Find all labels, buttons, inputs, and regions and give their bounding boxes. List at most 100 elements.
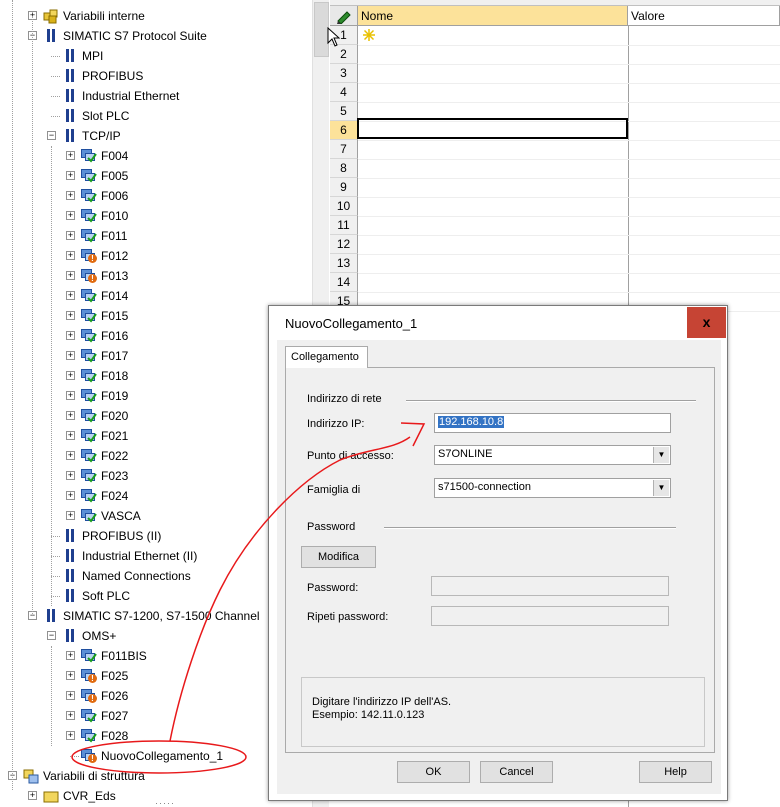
column-header-nome[interactable]: Nome	[358, 6, 628, 26]
tree-item[interactable]: − SIMATIC S7-1200, S7-1500 Channel	[0, 606, 312, 626]
chevron-down-icon[interactable]: ▼	[653, 480, 669, 496]
tree-item[interactable]: Industrial Ethernet (II)	[0, 546, 312, 566]
tree-item[interactable]: + F018	[0, 366, 312, 386]
tree-item[interactable]: + F015	[0, 306, 312, 326]
chevron-down-icon[interactable]: ▼	[653, 447, 669, 463]
expand-toggle-icon[interactable]: +	[66, 451, 75, 460]
row-header[interactable]: 10	[330, 197, 358, 216]
expand-toggle-icon[interactable]: +	[66, 471, 75, 480]
expand-toggle-icon[interactable]: +	[66, 691, 75, 700]
ip-address-input[interactable]: 192.168.10.8	[434, 413, 671, 433]
tree-item[interactable]: Industrial Ethernet	[0, 86, 312, 106]
expand-toggle-icon[interactable]: +	[66, 231, 75, 240]
tree-item[interactable]: +! F012	[0, 246, 312, 266]
grid-corner-header[interactable]	[330, 6, 358, 26]
expand-toggle-icon[interactable]: +	[66, 511, 75, 520]
tree-item[interactable]: + F024	[0, 486, 312, 506]
tree-item[interactable]: + F006	[0, 186, 312, 206]
access-point-select[interactable]: S7ONLINE ▼	[434, 445, 671, 465]
row-header[interactable]: 12	[330, 235, 358, 254]
repeat-password-field[interactable]	[431, 606, 669, 626]
expand-toggle-icon[interactable]: +	[66, 731, 75, 740]
resize-grip-icon[interactable]: ·····	[155, 798, 175, 807]
tree-item[interactable]: − Variabili di struttura	[0, 766, 312, 786]
column-header-valore[interactable]: Valore	[628, 6, 780, 26]
tree-item[interactable]: PROFIBUS	[0, 66, 312, 86]
tree-item[interactable]: − SIMATIC S7 Protocol Suite	[0, 26, 312, 46]
tree-item[interactable]: + F020	[0, 406, 312, 426]
expand-toggle-icon[interactable]: +	[66, 251, 75, 260]
tree-item[interactable]: + F011	[0, 226, 312, 246]
tree-item[interactable]: Named Connections	[0, 566, 312, 586]
connection-properties-dialog[interactable]: NuovoCollegamento_1 x Collegamento Indir…	[268, 305, 728, 801]
expand-toggle-icon[interactable]: +	[66, 411, 75, 420]
row-header[interactable]: 11	[330, 216, 358, 235]
help-button[interactable]: Help	[639, 761, 712, 783]
collapse-toggle-icon[interactable]: −	[47, 631, 56, 640]
expand-toggle-icon[interactable]: +	[66, 431, 75, 440]
row-header[interactable]: 13	[330, 254, 358, 273]
expand-toggle-icon[interactable]: +	[66, 171, 75, 180]
selected-cell[interactable]	[357, 118, 628, 139]
row-header[interactable]: 2	[330, 45, 358, 64]
tree-item[interactable]: + F016	[0, 326, 312, 346]
expand-toggle-icon[interactable]: +	[66, 151, 75, 160]
ok-button[interactable]: OK	[397, 761, 470, 783]
tree-item[interactable]: + F014	[0, 286, 312, 306]
expand-toggle-icon[interactable]: +	[66, 291, 75, 300]
tree-item[interactable]: + F023	[0, 466, 312, 486]
tree-connector	[51, 96, 60, 97]
tree-item[interactable]: ! NuovoCollegamento_1	[0, 746, 312, 766]
expand-toggle-icon[interactable]: +	[66, 651, 75, 660]
tree-item[interactable]: Soft PLC	[0, 586, 312, 606]
tree-item[interactable]: + F021	[0, 426, 312, 446]
expand-toggle-icon[interactable]: +	[28, 791, 37, 800]
row-header[interactable]: 3	[330, 64, 358, 83]
project-tree[interactable]: + Variabili interne − SIMATIC S7 Protocol S…	[0, 0, 312, 807]
expand-toggle-icon[interactable]: +	[66, 711, 75, 720]
tree-item[interactable]: + F005	[0, 166, 312, 186]
collapse-toggle-icon[interactable]: −	[47, 131, 56, 140]
expand-toggle-icon[interactable]: +	[66, 271, 75, 280]
tree-item[interactable]: + F027	[0, 706, 312, 726]
row-header[interactable]: 5	[330, 102, 358, 121]
row-header[interactable]: 7	[330, 140, 358, 159]
cancel-button[interactable]: Cancel	[480, 761, 553, 783]
tree-item[interactable]: + F011BIS	[0, 646, 312, 666]
row-header[interactable]: 6	[330, 121, 358, 140]
tree-item[interactable]: Slot PLC	[0, 106, 312, 126]
tree-item[interactable]: +! F013	[0, 266, 312, 286]
tree-item[interactable]: + F019	[0, 386, 312, 406]
row-header[interactable]: 9	[330, 178, 358, 197]
tree-item[interactable]: − TCP/IP	[0, 126, 312, 146]
expand-toggle-icon[interactable]: +	[66, 331, 75, 340]
expand-toggle-icon[interactable]: +	[66, 391, 75, 400]
row-header[interactable]: 8	[330, 159, 358, 178]
expand-toggle-icon[interactable]: +	[66, 351, 75, 360]
tab-collegamento[interactable]: Collegamento	[285, 346, 368, 368]
tree-item[interactable]: + VASCA	[0, 506, 312, 526]
tree-item[interactable]: + F004	[0, 146, 312, 166]
close-button[interactable]: x	[687, 307, 726, 338]
expand-toggle-icon[interactable]: +	[66, 371, 75, 380]
tree-item[interactable]: + F022	[0, 446, 312, 466]
tree-item[interactable]: PROFIBUS (II)	[0, 526, 312, 546]
tree-item[interactable]: +! F026	[0, 686, 312, 706]
password-field[interactable]	[431, 576, 669, 596]
tree-item[interactable]: MPI	[0, 46, 312, 66]
expand-toggle-icon[interactable]: +	[66, 491, 75, 500]
tree-item[interactable]: + F028	[0, 726, 312, 746]
expand-toggle-icon[interactable]: +	[66, 311, 75, 320]
tree-item[interactable]: +! F025	[0, 666, 312, 686]
row-header[interactable]: 4	[330, 83, 358, 102]
tree-item[interactable]: + F010	[0, 206, 312, 226]
expand-toggle-icon[interactable]: +	[66, 671, 75, 680]
expand-toggle-icon[interactable]: +	[66, 191, 75, 200]
modify-button[interactable]: Modifica	[301, 546, 376, 568]
expand-toggle-icon[interactable]: +	[66, 211, 75, 220]
tree-item[interactable]: − OMS+	[0, 626, 312, 646]
tree-item[interactable]: + Variabili interne	[0, 6, 312, 26]
tree-item[interactable]: + F017	[0, 346, 312, 366]
row-header[interactable]: 14	[330, 273, 358, 292]
family-select[interactable]: s71500-connection ▼	[434, 478, 671, 498]
